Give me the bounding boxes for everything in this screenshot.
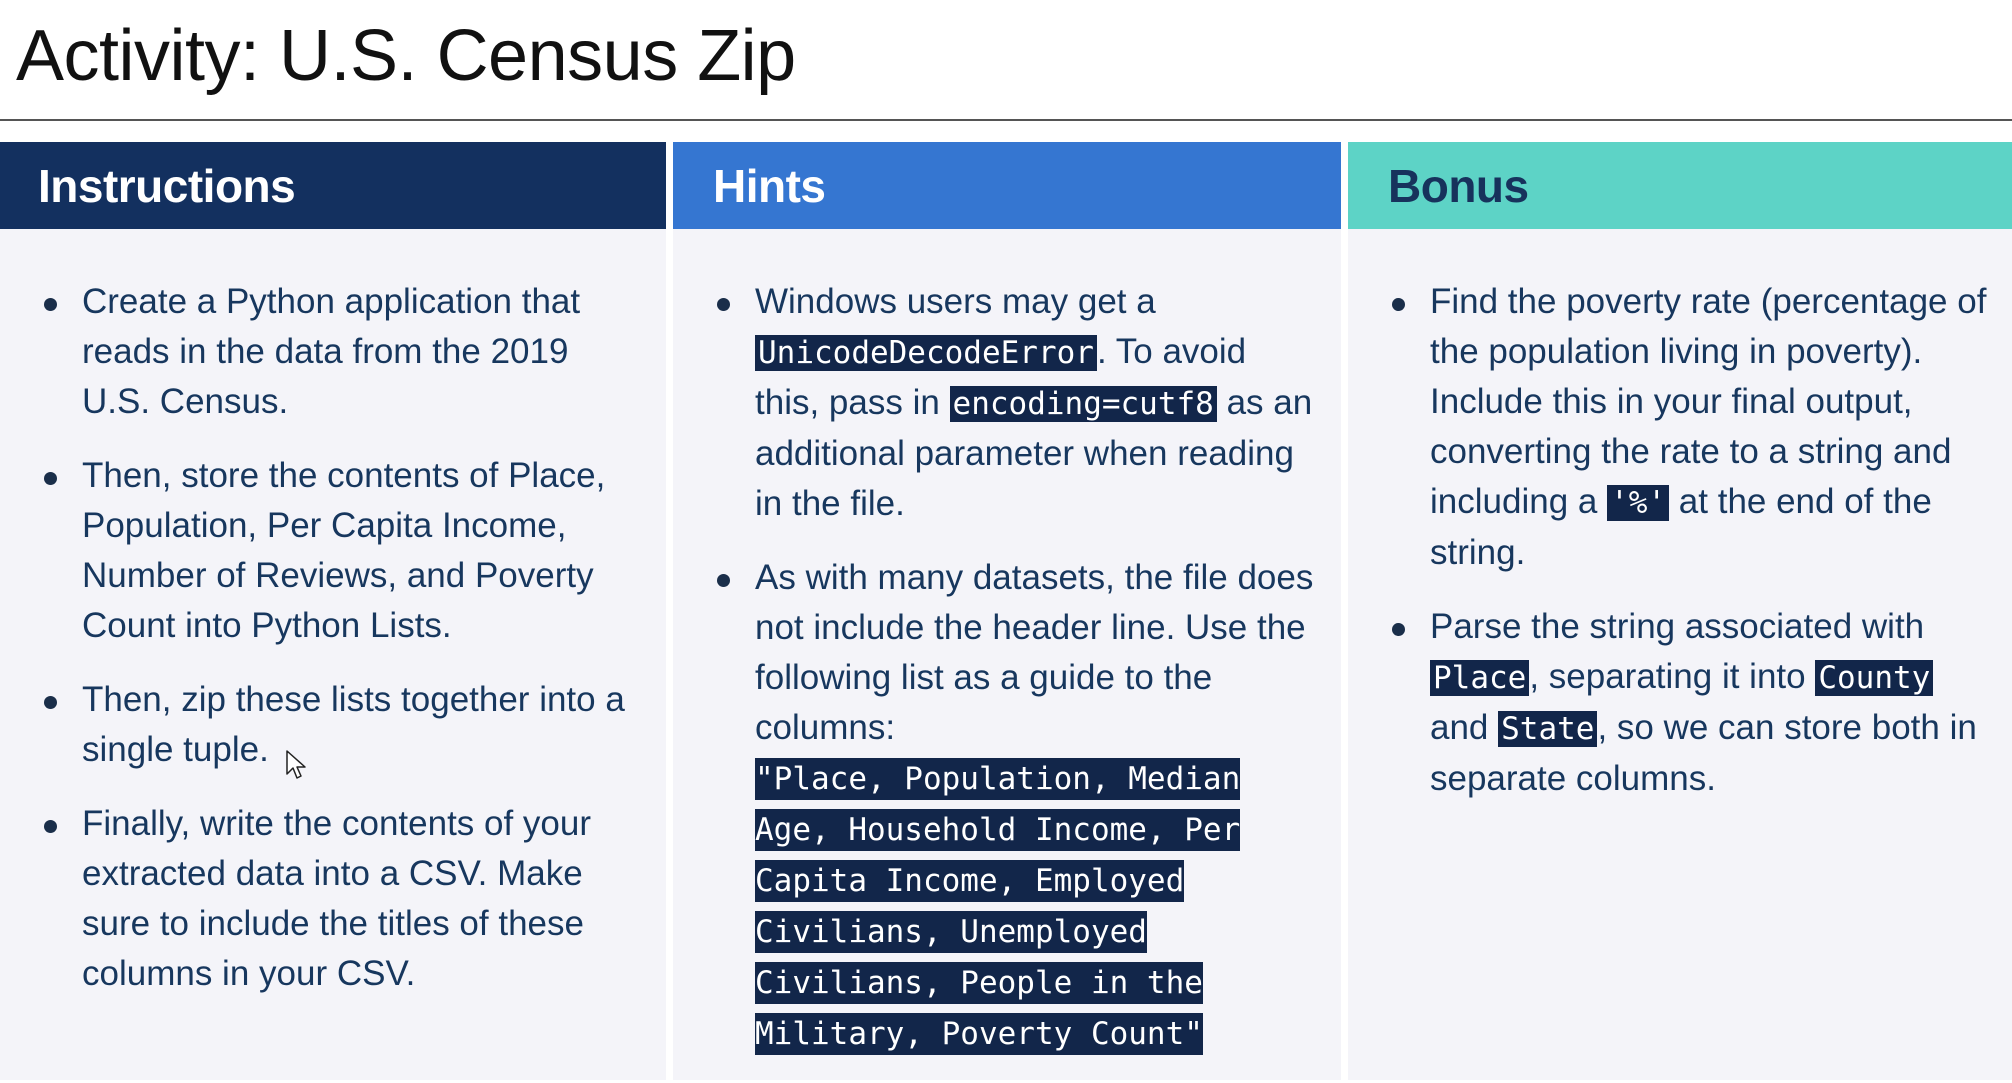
instructions-list: Create a Python application that reads i… (44, 277, 646, 1023)
inline-code: County (1815, 660, 1933, 696)
list-item: As with many datasets, the file does not… (717, 553, 1317, 1059)
list-item: Then, store the contents of Place, Popul… (44, 451, 646, 651)
instructions-header: Instructions (0, 142, 666, 229)
bullet-icon (1392, 298, 1405, 311)
list-item: Find the poverty rate (percentage of the… (1392, 277, 1996, 578)
bullet-icon (717, 298, 730, 311)
bonus-text: Parse the string associated with (1430, 607, 1924, 646)
instruction-text: Create a Python application that reads i… (82, 282, 580, 421)
list-item: Create a Python application that reads i… (44, 277, 646, 427)
list-item: Then, zip these lists together into a si… (44, 675, 646, 775)
inline-code: State (1498, 711, 1597, 747)
instruction-text: Then, store the contents of Place, Popul… (82, 456, 605, 645)
bullet-icon (717, 574, 730, 587)
bullet-icon (44, 472, 57, 485)
bonus-list: Find the poverty rate (percentage of the… (1392, 277, 1996, 828)
bonus-panel: Bonus Find the poverty rate (percentage … (1348, 142, 2012, 1080)
instructions-panel: Instructions Create a Python application… (0, 142, 666, 1080)
mouse-pointer-icon (286, 750, 306, 780)
inline-code: UnicodeDecodeError (755, 335, 1097, 371)
hint-text: As with many datasets, the file does not… (755, 558, 1313, 747)
bullet-icon (44, 696, 57, 709)
bonus-text: and (1430, 708, 1498, 747)
hints-panel: Hints Windows users may get a UnicodeDec… (673, 142, 1341, 1080)
code-block: "Place, Population, Median Age, Househol… (755, 758, 1240, 1055)
hints-header: Hints (673, 142, 1341, 229)
bullet-icon (44, 820, 57, 833)
list-item: Finally, write the contents of your extr… (44, 799, 646, 999)
bullet-icon (44, 298, 57, 311)
inline-code: encoding=cutf8 (950, 386, 1217, 422)
instruction-text: Then, zip these lists together into a si… (82, 680, 625, 769)
hint-text: Windows users may get a (755, 282, 1156, 321)
bonus-header: Bonus (1348, 142, 2012, 229)
list-item: Parse the string associated with Place, … (1392, 602, 1996, 804)
page-title: Activity: U.S. Census Zip (16, 14, 796, 98)
hints-list: Windows users may get a UnicodeDecodeErr… (717, 277, 1317, 1083)
inline-code: Place (1430, 660, 1529, 696)
title-divider (0, 119, 2012, 121)
list-item: Windows users may get a UnicodeDecodeErr… (717, 277, 1317, 529)
instruction-text: Finally, write the contents of your extr… (82, 804, 591, 993)
bonus-text: , separating it into (1529, 657, 1815, 696)
bullet-icon (1392, 623, 1405, 636)
inline-code: '%' (1607, 485, 1669, 521)
